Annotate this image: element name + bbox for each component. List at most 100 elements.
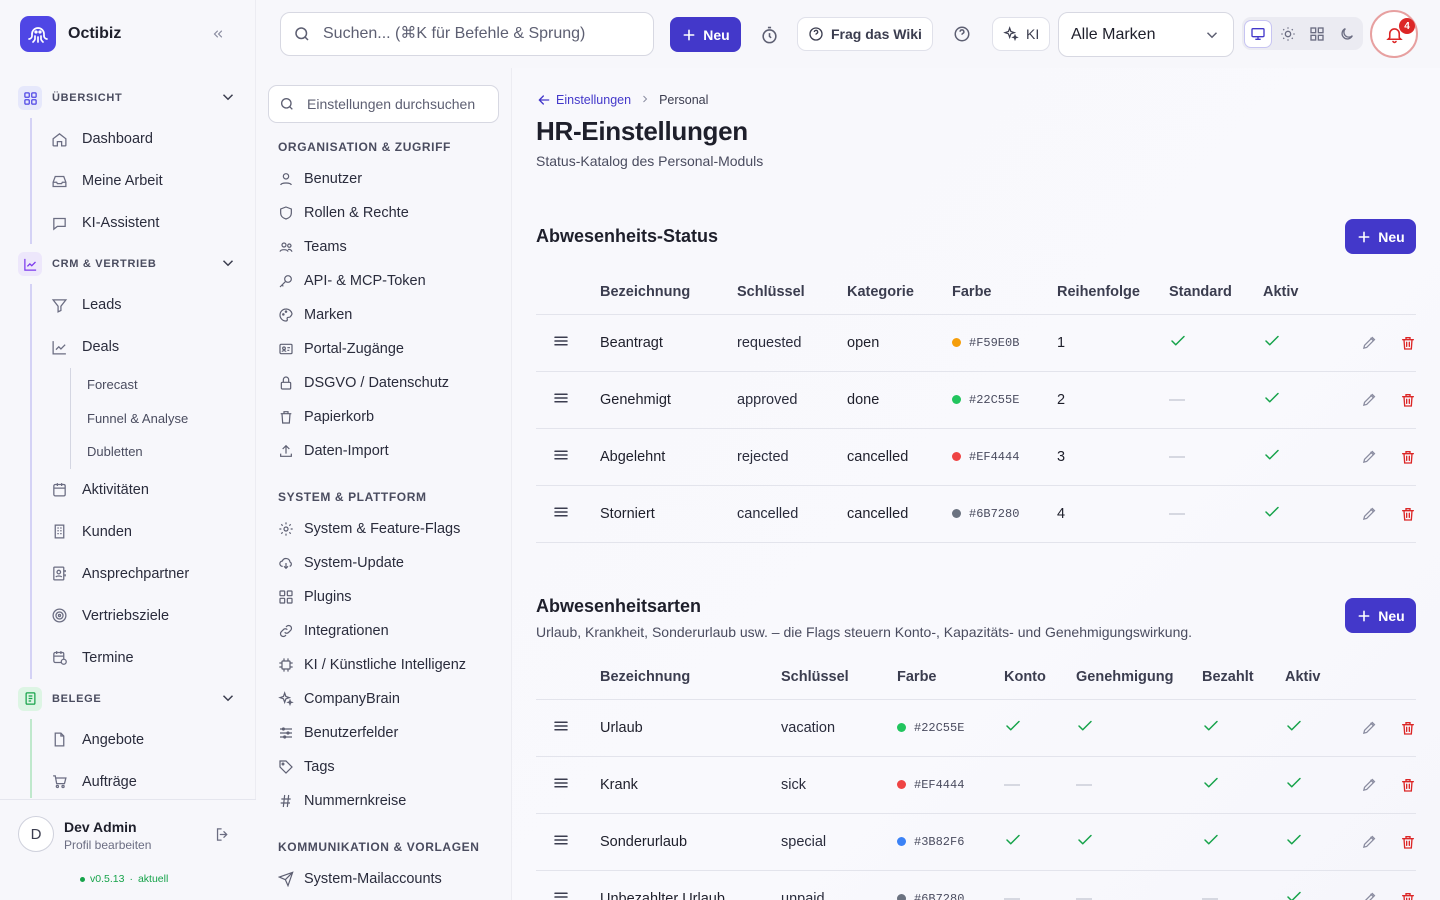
settings-item-companybrain[interactable]: CompanyBrain <box>278 682 504 716</box>
drag-handle-icon[interactable] <box>536 314 600 372</box>
delete-trash-icon[interactable] <box>1400 834 1416 850</box>
nav-subitem-duplicates[interactable]: Dubletten <box>71 435 256 469</box>
chevron-down-icon[interactable] <box>219 88 237 109</box>
table-row[interactable]: Krank sick #EF4444 <box>536 756 1416 814</box>
new-absence-status-button[interactable]: Neu <box>1345 219 1416 254</box>
settings-item-marken[interactable]: Marken <box>278 298 504 332</box>
settings-item-integrationen[interactable]: Integrationen <box>278 614 504 648</box>
nav-item-ai-assistant[interactable]: KI-Assistent <box>32 202 256 244</box>
nav-section-head-documents[interactable]: BELEGE <box>0 681 256 717</box>
chevron-down-icon[interactable] <box>219 254 237 275</box>
settings-item-teams[interactable]: Teams <box>278 230 504 264</box>
chevron-down-icon[interactable] <box>219 689 237 710</box>
settings-item-ki-kunstliche-intelligenz[interactable]: KI / Künstliche Intelligenz <box>278 648 504 682</box>
edit-pencil-icon[interactable] <box>1361 334 1378 351</box>
settings-item-system-mailaccounts[interactable]: System-Mailaccounts <box>278 862 504 896</box>
table-row[interactable]: Unbezahlter Urlaub unpaid #6B7280 <box>536 870 1416 900</box>
delete-trash-icon[interactable] <box>1400 335 1416 351</box>
delete-trash-icon[interactable] <box>1400 392 1416 408</box>
nav-item-sales-goals[interactable]: Vertriebsziele <box>32 595 256 637</box>
nav-item-quotes[interactable]: Angebote <box>32 719 256 761</box>
new-button[interactable]: Neu <box>670 17 741 52</box>
edit-pencil-icon[interactable] <box>1361 719 1378 736</box>
layout-grid-icon[interactable] <box>1305 21 1331 47</box>
check-icon <box>1263 335 1281 354</box>
delete-trash-icon[interactable] <box>1400 720 1416 736</box>
collapse-sidebar-icon[interactable] <box>208 24 228 44</box>
delete-trash-icon[interactable] <box>1400 777 1416 793</box>
settings-item-portal-zugange[interactable]: Portal-Zugänge <box>278 332 504 366</box>
ask-wiki-button[interactable]: Frag das Wiki <box>797 17 933 51</box>
edit-pencil-icon[interactable] <box>1361 776 1378 793</box>
table-row[interactable]: Urlaub vacation #22C55E <box>536 699 1416 757</box>
column-header-bezahlt: Bezahlt <box>1202 655 1285 700</box>
global-search[interactable] <box>280 12 654 56</box>
ai-button[interactable]: KI <box>992 17 1050 51</box>
settings-item-mailvorlagen[interactable]: Mailvorlagen <box>278 896 504 900</box>
brand[interactable]: Octibiz <box>20 16 121 52</box>
avatar[interactable]: D <box>18 816 54 852</box>
settings-item-system-update[interactable]: System-Update <box>278 546 504 580</box>
settings-item-benutzer[interactable]: Benutzer <box>278 162 504 196</box>
sun-icon[interactable] <box>1275 21 1301 47</box>
timer-icon[interactable] <box>758 24 780 46</box>
settings-item-system-feature-flags[interactable]: System & Feature-Flags <box>278 512 504 546</box>
drag-handle-icon[interactable] <box>536 428 600 486</box>
settings-search-input[interactable] <box>307 96 497 112</box>
nav-item-orders[interactable]: Aufträge <box>32 761 256 799</box>
edit-pencil-icon[interactable] <box>1361 448 1378 465</box>
nav-section-head-overview[interactable]: ÜBERSICHT <box>0 80 256 116</box>
logout-icon[interactable] <box>214 826 231 846</box>
nav-item-dashboard[interactable]: Dashboard <box>32 118 256 160</box>
delete-trash-icon[interactable] <box>1400 449 1416 465</box>
nav-item-customers[interactable]: Kunden <box>32 511 256 553</box>
nav-item-leads[interactable]: Leads <box>32 284 256 326</box>
edit-pencil-icon[interactable] <box>1361 391 1378 408</box>
settings-item-benutzerfelder[interactable]: Benutzerfelder <box>278 716 504 750</box>
edit-pencil-icon[interactable] <box>1361 505 1378 522</box>
nav-item-deals[interactable]: Deals <box>32 326 256 368</box>
drag-handle-icon[interactable] <box>536 485 600 543</box>
notifications-button[interactable]: 4 <box>1370 10 1418 58</box>
settings-item-nummernkreise[interactable]: Nummernkreise <box>278 784 504 818</box>
nav-subitem-funnel[interactable]: Funnel & Analyse <box>71 402 256 436</box>
breadcrumb-back-link[interactable]: Einstellungen <box>536 92 631 108</box>
page-subtitle: Status-Katalog des Personal-Moduls <box>536 153 764 169</box>
nav-item-my-work[interactable]: Meine Arbeit <box>32 160 256 202</box>
settings-item-api-mcp-token[interactable]: API- & MCP-Token <box>278 264 504 298</box>
table-row[interactable]: Beantragt requested open #F59E0B 1 <box>536 314 1416 372</box>
nav-item-contacts[interactable]: Ansprechpartner <box>32 553 256 595</box>
settings-item-papierkorb[interactable]: Papierkorb <box>278 400 504 434</box>
delete-trash-icon[interactable] <box>1400 891 1416 900</box>
edit-pencil-icon[interactable] <box>1361 833 1378 850</box>
settings-item-plugins[interactable]: Plugins <box>278 580 504 614</box>
table-row[interactable]: Sonderurlaub special #3B82F6 <box>536 813 1416 871</box>
help-icon[interactable] <box>952 24 972 44</box>
brand-filter-select[interactable]: Alle Marken <box>1058 12 1234 57</box>
user-name[interactable]: Dev Admin <box>64 819 137 835</box>
drag-handle-icon[interactable] <box>536 813 600 871</box>
drag-handle-icon[interactable] <box>536 371 600 429</box>
delete-trash-icon[interactable] <box>1400 506 1416 522</box>
nav-item-activities[interactable]: Aktivitäten <box>32 469 256 511</box>
monitor-icon[interactable] <box>1245 20 1271 47</box>
edit-profile-link[interactable]: Profil bearbeiten <box>64 838 151 852</box>
nav-item-appointments[interactable]: Termine <box>32 637 256 679</box>
drag-handle-icon[interactable] <box>536 756 600 814</box>
settings-item-dsgvo-datenschutz[interactable]: DSGVO / Datenschutz <box>278 366 504 400</box>
drag-handle-icon[interactable] <box>536 699 600 757</box>
new-absence-type-button[interactable]: Neu <box>1345 598 1416 633</box>
moon-icon[interactable] <box>1334 21 1360 47</box>
global-search-input[interactable] <box>323 25 643 43</box>
table-row[interactable]: Storniert cancelled cancelled #6B7280 4 <box>536 485 1416 543</box>
drag-handle-icon[interactable] <box>536 870 600 900</box>
settings-item-daten-import[interactable]: Daten-Import <box>278 434 504 468</box>
settings-item-rollen-rechte[interactable]: Rollen & Rechte <box>278 196 504 230</box>
edit-pencil-icon[interactable] <box>1361 890 1378 900</box>
table-row[interactable]: Genehmigt approved done #22C55E 2 <box>536 371 1416 429</box>
settings-item-tags[interactable]: Tags <box>278 750 504 784</box>
settings-search[interactable] <box>268 85 499 123</box>
nav-section-head-crm[interactable]: CRM & VERTRIEB <box>0 246 256 282</box>
table-row[interactable]: Abgelehnt rejected cancelled #EF4444 3 <box>536 428 1416 486</box>
nav-subitem-forecast[interactable]: Forecast <box>71 368 256 402</box>
